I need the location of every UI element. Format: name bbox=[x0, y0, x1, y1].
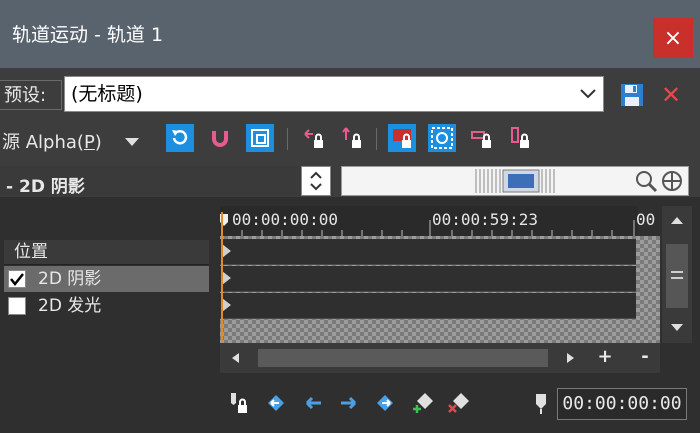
zoom-out-button[interactable]: - bbox=[636, 346, 654, 370]
rotate-icon bbox=[172, 130, 188, 145]
time-marker-icon bbox=[536, 394, 546, 414]
track-label: 2D 阴影 bbox=[38, 269, 102, 289]
xy-lock-icon bbox=[393, 129, 411, 148]
cursor-time-field[interactable]: 00:00:00:00 bbox=[557, 388, 687, 420]
timeline-track-position[interactable] bbox=[220, 239, 636, 265]
last-keyframe-button[interactable] bbox=[372, 390, 398, 416]
rotate-button[interactable] bbox=[166, 124, 194, 152]
track-list-header: 位置 bbox=[4, 240, 209, 265]
xy-lock-button[interactable] bbox=[388, 124, 416, 152]
sync-lock-icon bbox=[231, 393, 247, 413]
keyframe-marker[interactable] bbox=[222, 244, 231, 258]
dropdown-arrow-icon[interactable] bbox=[125, 138, 139, 146]
horizontal-scroll-thumb[interactable] bbox=[258, 349, 548, 367]
playhead-line[interactable] bbox=[221, 212, 223, 342]
keyframe-marker[interactable] bbox=[222, 298, 231, 312]
track-label: 2D 发光 bbox=[38, 296, 102, 316]
move-lock-button[interactable] bbox=[300, 124, 328, 152]
time-marker-button[interactable] bbox=[528, 390, 554, 416]
timeline-track-shadow[interactable] bbox=[220, 266, 636, 292]
add-keyframe-icon bbox=[413, 393, 433, 413]
scale-lock-button[interactable] bbox=[338, 124, 366, 152]
move-icon[interactable] bbox=[660, 169, 684, 193]
keyframe-marker[interactable] bbox=[222, 271, 231, 285]
next-keyframe-icon bbox=[341, 396, 357, 410]
magnet-icon bbox=[212, 131, 228, 147]
scroll-thumb[interactable] bbox=[666, 244, 688, 308]
add-keyframe-button[interactable] bbox=[410, 390, 436, 416]
scroll-down-icon[interactable] bbox=[662, 316, 692, 340]
y-lock-icon bbox=[511, 127, 529, 148]
preset-label: 预设: bbox=[0, 80, 62, 110]
delete-keyframe-icon bbox=[448, 393, 469, 413]
collapse-icon[interactable]: - bbox=[6, 177, 13, 197]
section-title-text: 2D 阴影 bbox=[18, 177, 85, 197]
window-title: 轨道运动 - 轨道 1 bbox=[12, 24, 164, 46]
source-alpha-dropdown[interactable]: 源 Alpha(P) bbox=[2, 128, 102, 154]
track-row[interactable]: 2D 发光 bbox=[4, 293, 209, 319]
prev-keyframe-button[interactable] bbox=[300, 390, 326, 416]
first-keyframe-button[interactable] bbox=[263, 390, 289, 416]
toolbar-separator bbox=[376, 128, 377, 150]
scroll-up-icon[interactable] bbox=[662, 208, 692, 232]
square-frame-icon bbox=[251, 129, 269, 147]
ruler-tick-label: 00:00:59:23 bbox=[432, 210, 538, 229]
vertical-scrollbar[interactable] bbox=[662, 206, 692, 343]
prev-keyframe-icon bbox=[305, 396, 321, 410]
next-keyframe-button[interactable] bbox=[336, 390, 362, 416]
scroll-right-icon[interactable] bbox=[562, 350, 578, 366]
square-frame-button[interactable] bbox=[246, 124, 274, 152]
save-icon[interactable] bbox=[619, 82, 645, 108]
chevron-down-icon[interactable] bbox=[578, 82, 598, 104]
spin-control[interactable] bbox=[301, 166, 331, 196]
delete-keyframe-button[interactable] bbox=[446, 390, 472, 416]
close-button[interactable]: × bbox=[653, 18, 693, 58]
timeline-track-glow[interactable] bbox=[220, 293, 636, 319]
track-row[interactable]: 2D 阴影 bbox=[4, 266, 209, 292]
magnet-button[interactable] bbox=[206, 124, 234, 152]
scale-lock-icon bbox=[342, 127, 361, 148]
x-lock-icon bbox=[471, 131, 491, 148]
position-slider[interactable] bbox=[341, 166, 689, 196]
grip-line bbox=[671, 277, 683, 279]
first-keyframe-icon bbox=[268, 395, 284, 411]
delete-icon[interactable]: ✕ bbox=[658, 82, 684, 108]
ruler-tick-label: 00 bbox=[636, 210, 656, 229]
move-lock-icon bbox=[304, 129, 323, 148]
y-lock-button[interactable] bbox=[506, 124, 534, 152]
x-lock-button[interactable] bbox=[468, 124, 496, 152]
scroll-left-icon[interactable] bbox=[228, 350, 244, 366]
ruler-tick-label: 00:00:00:00 bbox=[232, 210, 338, 229]
toolbar-separator bbox=[287, 128, 288, 150]
source-label-key: P bbox=[83, 132, 95, 153]
track-checkbox[interactable] bbox=[8, 270, 26, 288]
close-icon: × bbox=[663, 25, 683, 51]
preset-dropdown[interactable]: (无标题) bbox=[64, 76, 604, 112]
spin-arrows-icon bbox=[310, 171, 322, 191]
source-label-suffix: ) bbox=[94, 132, 102, 153]
center-icon bbox=[431, 127, 453, 149]
last-keyframe-icon bbox=[377, 395, 393, 411]
section-title[interactable]: - 2D 阴影 bbox=[6, 172, 85, 197]
source-label-prefix: 源 Alpha( bbox=[2, 132, 84, 153]
track-checkbox[interactable] bbox=[8, 297, 26, 315]
center-button[interactable] bbox=[428, 124, 456, 152]
grip-line bbox=[671, 271, 683, 273]
zoom-icon[interactable] bbox=[634, 169, 658, 193]
zoom-in-button[interactable]: + bbox=[596, 346, 614, 370]
sync-cursor-button[interactable] bbox=[225, 390, 251, 416]
checkmark-icon bbox=[10, 273, 24, 287]
